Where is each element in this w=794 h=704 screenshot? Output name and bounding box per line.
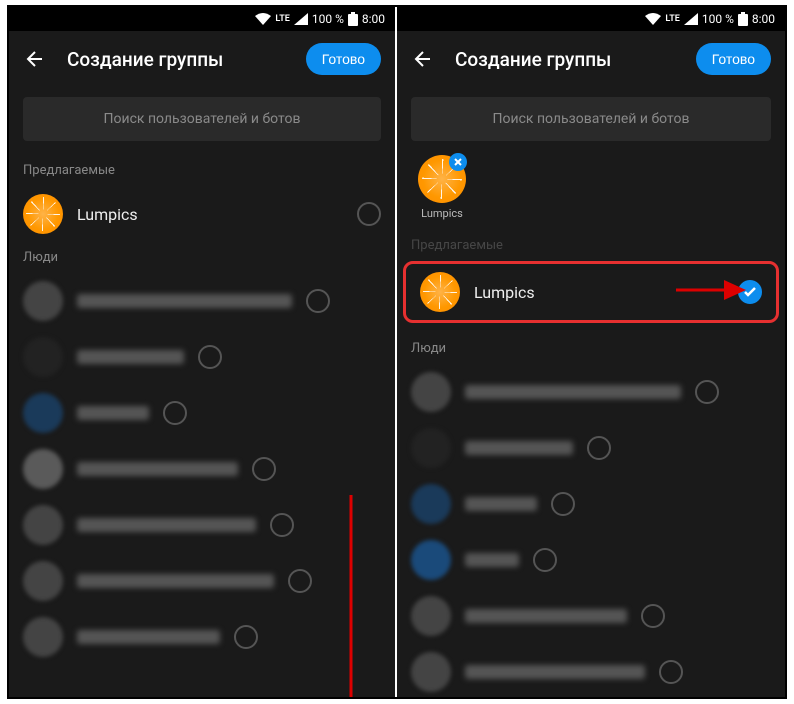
checkbox-blurred[interactable] (533, 548, 557, 572)
highlighted-contact-box: Lumpics (403, 261, 779, 323)
search-input[interactable]: Поиск пользователей и ботов (23, 97, 381, 141)
contact-row-blurred[interactable] (397, 644, 785, 697)
status-bar: LTE 100 % 8:00 (397, 7, 785, 31)
chip-label: Lumpics (421, 207, 463, 220)
avatar-blurred (23, 617, 63, 657)
battery-icon (738, 12, 748, 26)
contact-name-blurred (465, 553, 519, 567)
signal-icon (684, 13, 698, 25)
contact-row-blurred[interactable] (397, 420, 785, 476)
contact-row-blurred[interactable] (397, 588, 785, 644)
avatar-blurred (411, 596, 451, 636)
search-input[interactable]: Поиск пользователей и ботов (411, 97, 771, 141)
avatar-blurred (23, 337, 63, 377)
contact-name-blurred (77, 630, 220, 644)
contact-row-blurred[interactable] (9, 273, 395, 329)
checkbox-blurred[interactable] (234, 625, 258, 649)
avatar-blurred (411, 484, 451, 524)
lte-label: LTE (665, 14, 679, 24)
checkbox-lumpics[interactable] (357, 202, 381, 226)
battery-text: 100 % (702, 12, 734, 26)
lte-label: LTE (275, 14, 289, 24)
contact-name-blurred (465, 665, 645, 679)
checkbox-blurred[interactable] (252, 457, 276, 481)
contact-name-blurred (465, 497, 537, 511)
checkbox-blurred[interactable] (270, 513, 294, 537)
selected-chip-lumpics[interactable]: Lumpics (411, 155, 473, 220)
selected-users-chips: Lumpics (397, 155, 785, 230)
checkbox-blurred[interactable] (198, 345, 222, 369)
contact-row-blurred[interactable] (397, 364, 785, 420)
avatar-lumpics (420, 272, 460, 312)
avatar-blurred (23, 561, 63, 601)
page-title: Создание группы (455, 48, 696, 71)
contact-name-blurred (77, 294, 292, 308)
contact-row-lumpics[interactable]: Lumpics (9, 186, 395, 242)
contact-name-blurred (77, 462, 238, 476)
contacts-scroll-area[interactable]: Предлагаемые Lumpics Люди (397, 230, 785, 697)
contact-name-blurred (77, 518, 256, 532)
status-bar: LTE 100 % 8:00 (9, 7, 395, 31)
contact-name-blurred (465, 609, 627, 623)
avatar-blurred (411, 540, 451, 580)
contact-row-blurred[interactable] (9, 385, 395, 441)
clock-text: 8:00 (362, 12, 385, 26)
app-header: Создание группы Готово (397, 31, 785, 87)
contact-name-blurred (465, 441, 573, 455)
back-arrow-icon[interactable] (23, 47, 47, 71)
checkbox-blurred[interactable] (695, 380, 719, 404)
checkbox-blurred[interactable] (659, 660, 683, 684)
contact-row-blurred[interactable] (397, 476, 785, 532)
contact-name-lumpics: Lumpics (77, 205, 343, 224)
avatar-lumpics (23, 194, 63, 234)
wifi-icon (255, 13, 271, 25)
page-title: Создание группы (67, 48, 306, 71)
back-arrow-icon[interactable] (411, 47, 435, 71)
contact-name-blurred (465, 385, 681, 399)
checkbox-blurred[interactable] (551, 492, 575, 516)
avatar-blurred (23, 393, 63, 433)
checkbox-blurred[interactable] (306, 289, 330, 313)
avatar-blurred (23, 449, 63, 489)
avatar-blurred (23, 281, 63, 321)
avatar-blurred (411, 372, 451, 412)
section-people: Люди (9, 242, 395, 273)
checkbox-blurred[interactable] (163, 401, 187, 425)
contact-row-blurred[interactable] (397, 532, 785, 588)
screen-left: LTE 100 % 8:00 Создание группы Готово По… (9, 7, 397, 697)
clock-text: 8:00 (752, 12, 775, 26)
chip-remove-icon[interactable] (449, 153, 467, 171)
done-button[interactable]: Готово (696, 43, 771, 75)
contact-row-blurred[interactable] (9, 329, 395, 385)
annotation-arrow-down (331, 495, 371, 697)
done-button[interactable]: Готово (306, 43, 381, 75)
checkbox-blurred[interactable] (641, 604, 665, 628)
section-suggested: Предлагаемые (397, 230, 785, 261)
checkbox-blurred[interactable] (288, 569, 312, 593)
app-header: Создание группы Готово (9, 31, 395, 87)
wifi-icon (645, 13, 661, 25)
signal-icon (294, 13, 308, 25)
contact-name-blurred (77, 406, 149, 420)
battery-text: 100 % (312, 12, 344, 26)
annotation-arrow-right (676, 276, 746, 304)
avatar-blurred (411, 652, 451, 692)
avatar-blurred (411, 428, 451, 468)
checkbox-blurred[interactable] (587, 436, 611, 460)
contact-row-blurred[interactable] (9, 441, 395, 497)
screen-right: LTE 100 % 8:00 Создание группы Готово По… (397, 7, 785, 697)
contact-name-blurred (77, 574, 274, 588)
contacts-scroll-area[interactable]: Предлагаемые Lumpics Люди (9, 155, 395, 697)
avatar-blurred (23, 505, 63, 545)
section-suggested: Предлагаемые (9, 155, 395, 186)
section-people: Люди (397, 333, 785, 364)
contact-name-blurred (77, 350, 184, 364)
battery-icon (348, 12, 358, 26)
